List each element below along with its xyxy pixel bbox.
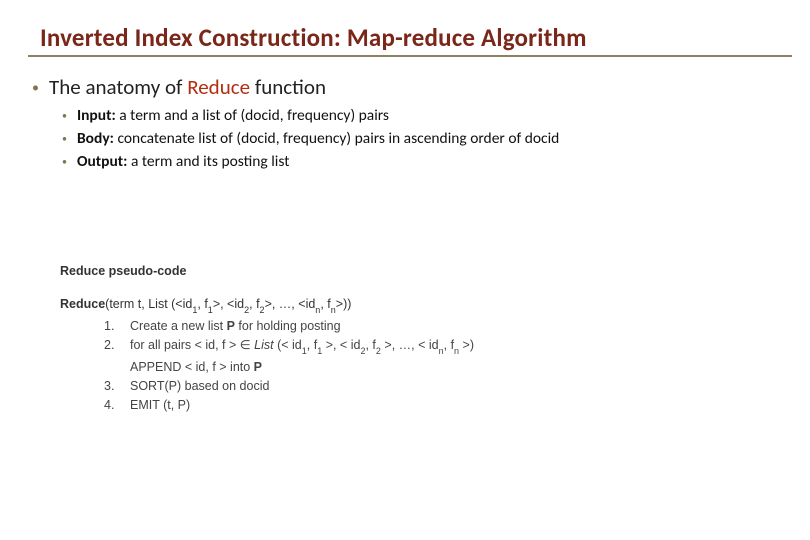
sig-id2: id [234, 297, 244, 311]
sub-output-text: a term and its posting list [127, 152, 289, 171]
step2-c: >, < [322, 338, 351, 352]
title-divider [28, 55, 792, 57]
step2-id2: id [351, 338, 361, 352]
pseudocode-steps2: 3. SORT(P) based on docid 4. EMIT (t, P) [104, 377, 474, 416]
step2-e: >) [459, 338, 474, 352]
step1-bold: P [227, 319, 235, 333]
step-1: 1. Create a new list P for holding posti… [104, 317, 474, 336]
sub-input-label: Input: [77, 106, 116, 125]
bullet-icon: • [62, 132, 67, 146]
bullet-icon: • [62, 109, 67, 123]
step2-sub2b: 2 [376, 346, 381, 356]
sig-end: >)) [336, 297, 352, 311]
step2-sub1: 1 [302, 346, 307, 356]
main-bullet: • The anatomy of Reduce function [32, 74, 326, 100]
append-text: APPEND < id, f > into [130, 360, 254, 374]
step-4: 4. EMIT (t, P) [104, 396, 474, 415]
sig-ell: >, …, < [265, 297, 306, 311]
bullet-icon: • [62, 155, 67, 169]
sig-sub1: 1 [192, 305, 197, 315]
sig-name: Reduce [60, 297, 105, 311]
step3-text: SORT(P) based on docid [130, 377, 269, 396]
step-2: 2. for all pairs < id, f > ∈ List (< id1… [104, 336, 474, 357]
step2-subnb: n [454, 346, 459, 356]
bullet-icon: • [32, 79, 39, 96]
step2-a: for all pairs < id, f > ∈ [130, 338, 254, 352]
step2-list: List [254, 338, 273, 352]
sub-input-text: a term and a list of (docid, frequency) … [116, 106, 389, 125]
main-accent: Reduce [187, 74, 250, 100]
sub-bullet-input: • Input: a term and a list of (docid, fr… [62, 106, 559, 127]
append-bold: P [254, 360, 262, 374]
pseudocode-steps: 1. Create a new list P for holding posti… [104, 317, 474, 358]
step-num: 1. [104, 317, 130, 336]
sub-bullet-output: • Output: a term and its posting list [62, 152, 559, 173]
step1-rest: for holding posting [235, 319, 341, 333]
step2-b: (< [274, 338, 292, 352]
slide-title: Inverted Index Construction: Map-reduce … [40, 22, 587, 53]
sig-prefix: (term t, List (< [105, 297, 182, 311]
main-bullet-text: The anatomy of Reduce function [49, 74, 326, 100]
main-prefix: The anatomy of [49, 74, 187, 100]
main-suffix: function [250, 74, 326, 100]
sub-bullet-list: • Input: a term and a list of (docid, fr… [62, 106, 559, 175]
step-num: 4. [104, 396, 130, 415]
step1-text: Create a new list [130, 319, 227, 333]
sub-body-label: Body: [77, 129, 114, 148]
sig-sub2b: 2 [260, 305, 265, 315]
step2-idn: id [429, 338, 439, 352]
pseudocode-heading: Reduce pseudo-code [60, 262, 474, 281]
sig-id1: id [183, 297, 193, 311]
step2-sub1b: 1 [317, 346, 322, 356]
step2-d: >, …, < [381, 338, 429, 352]
sub-bullet-body: • Body: concatenate list of (docid, freq… [62, 129, 559, 150]
step4-text: EMIT (t, P) [130, 396, 190, 415]
pseudocode-block: Reduce pseudo-code Reduce(term t, List (… [60, 262, 474, 416]
step-num: 2. [104, 336, 130, 357]
sig-idn: id [306, 297, 316, 311]
sig-sub2: 2 [244, 305, 249, 315]
step-append: APPEND < id, f > into P [130, 358, 474, 377]
sub-output-label: Output: [77, 152, 127, 171]
sig-sub1b: 1 [208, 305, 213, 315]
sig-subn: n [315, 305, 320, 315]
step-3: 3. SORT(P) based on docid [104, 377, 474, 396]
step2-id1: id [292, 338, 302, 352]
sub-body-text: concatenate list of (docid, frequency) p… [114, 129, 559, 148]
sig-sep1: >, < [213, 297, 235, 311]
step2-sub2: 2 [360, 346, 365, 356]
pseudocode-signature: Reduce(term t, List (<id1, f1>, <id2, f2… [60, 295, 474, 316]
sig-subnb: n [331, 305, 336, 315]
step2-subn: n [439, 346, 444, 356]
step-num: 3. [104, 377, 130, 396]
